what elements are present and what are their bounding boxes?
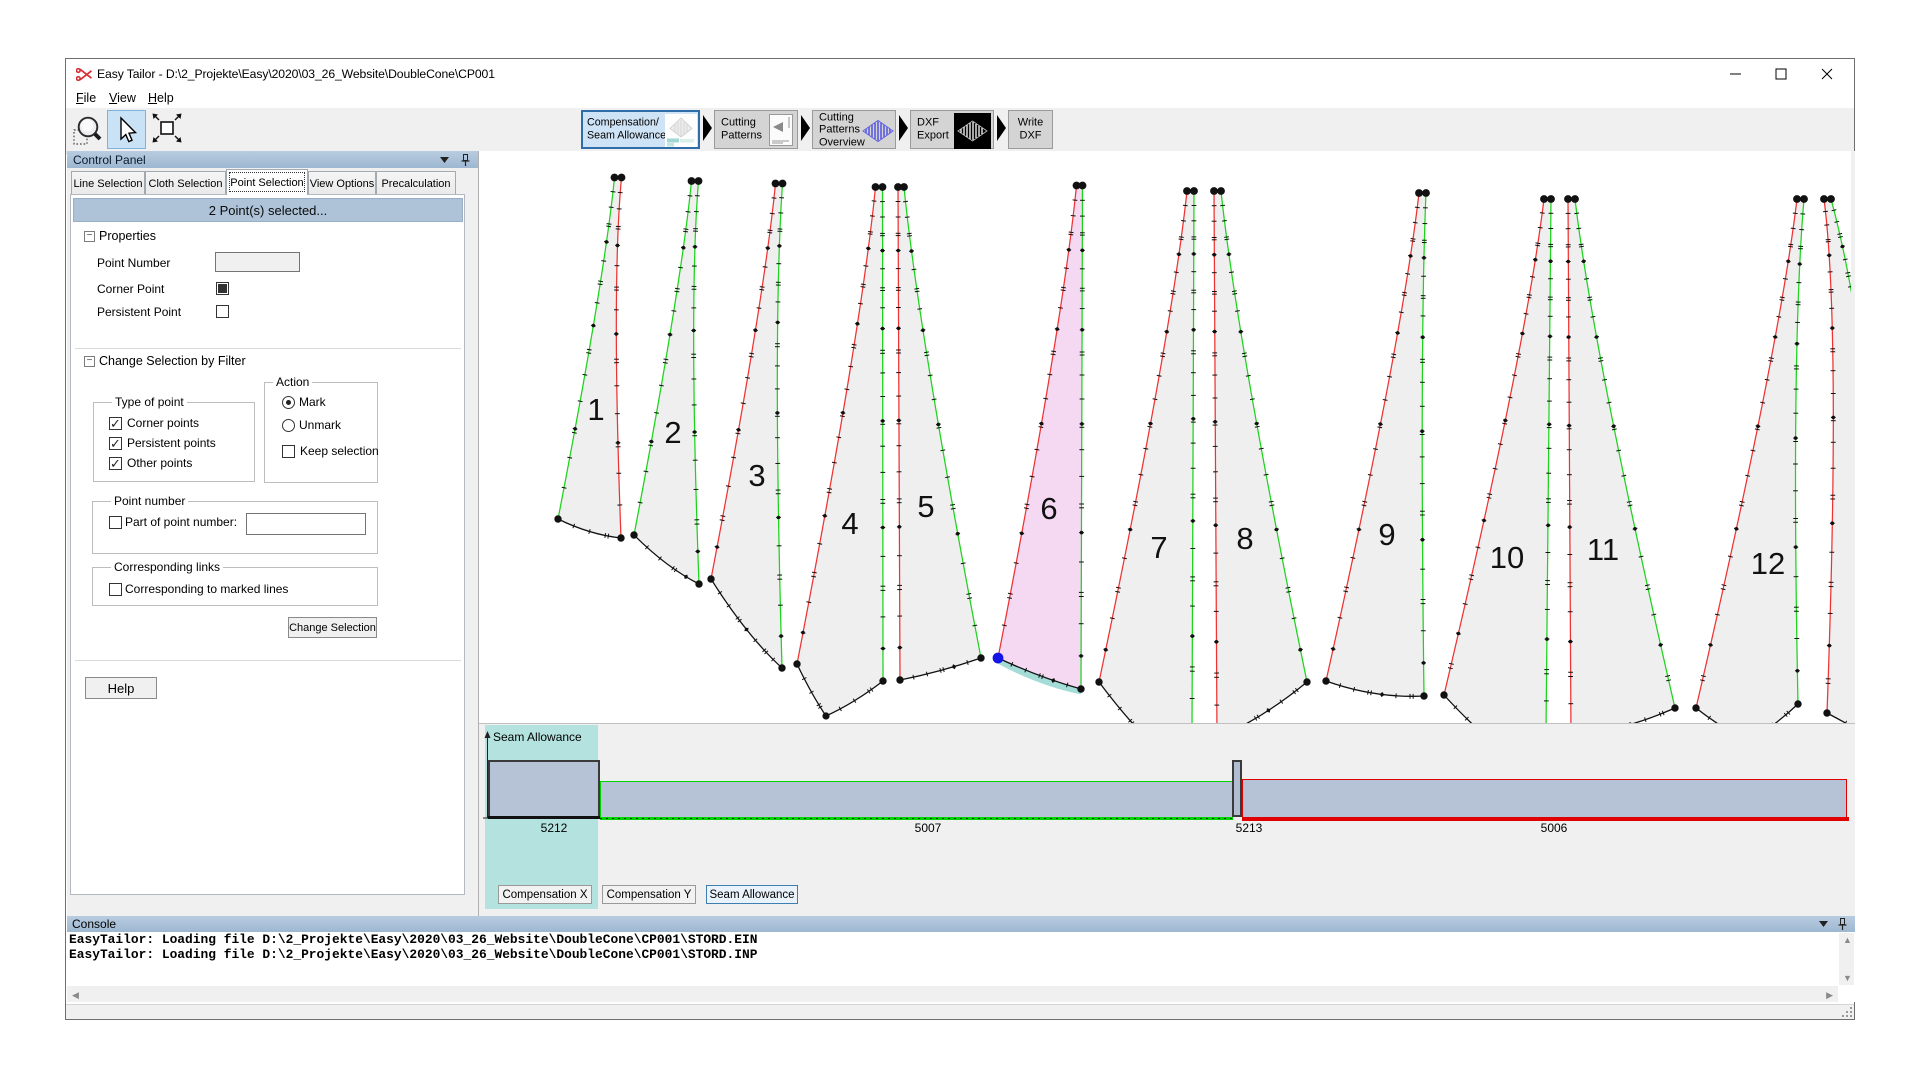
svg-text:6: 6 bbox=[1040, 491, 1057, 526]
svg-text:12: 12 bbox=[1751, 546, 1785, 581]
svg-text:8: 8 bbox=[1236, 521, 1253, 556]
svg-text:5: 5 bbox=[917, 489, 934, 524]
svg-text:4: 4 bbox=[841, 506, 858, 541]
svg-text:2: 2 bbox=[664, 415, 681, 450]
svg-text:10: 10 bbox=[1490, 540, 1524, 575]
svg-text:1: 1 bbox=[587, 392, 604, 427]
svg-text:3: 3 bbox=[748, 458, 765, 493]
svg-text:9: 9 bbox=[1378, 517, 1395, 552]
svg-text:11: 11 bbox=[1587, 532, 1619, 567]
svg-text:7: 7 bbox=[1150, 530, 1167, 565]
